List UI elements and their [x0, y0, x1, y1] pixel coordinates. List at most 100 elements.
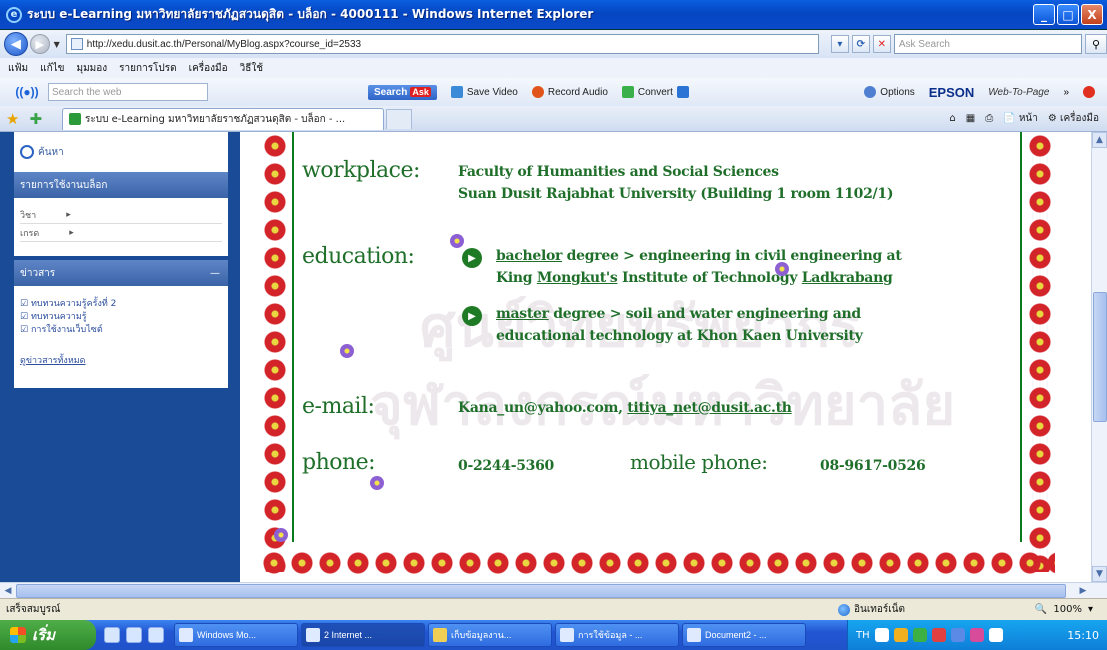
chevron-right-icon: ▸	[66, 209, 71, 220]
save-video-button[interactable]: Save Video	[450, 86, 518, 98]
minimize-button[interactable]: _	[1033, 4, 1055, 25]
tray-icon[interactable]	[988, 628, 1003, 642]
search-go-icon[interactable]: ⚲	[1085, 34, 1107, 54]
horizontal-scroll-thumb[interactable]	[16, 584, 1066, 598]
favorites-star-icon[interactable]: ★	[6, 110, 19, 128]
play-bullet-icon: ▶	[462, 248, 482, 268]
sidebar-search[interactable]: ค้นหา	[14, 132, 228, 172]
news-item[interactable]: ☑ การใช้งานเว็บไซต์	[20, 322, 222, 335]
tab-title: ระบบ e-Learning มหาวิทยาลัยราชภัฏสวนดุสิ…	[85, 113, 346, 125]
sidebar-item-label: วิชา	[20, 210, 37, 221]
tray-icon[interactable]	[874, 628, 889, 642]
sidebar-item-subject[interactable]: วิชา ▸	[20, 206, 222, 224]
news-all-link[interactable]: ดูข่าวสารทั้งหมด	[20, 353, 222, 367]
web-to-page-button[interactable]: Web-To-Page	[988, 87, 1049, 98]
edu2-degree: master	[496, 306, 549, 322]
menu-favorites[interactable]: รายการโปรด	[119, 61, 176, 76]
news-item[interactable]: ☑ ทบทวนความรู้	[20, 309, 222, 322]
task-word-1[interactable]: การใช้ข้อมูล - ...	[555, 623, 679, 647]
services-list: วิชา ▸ เกรด ▸	[14, 198, 228, 256]
home-icon[interactable]: ⌂	[949, 113, 955, 124]
history-dropdown-icon[interactable]: ▼	[54, 40, 60, 49]
web-search-placeholder: Search the web	[52, 86, 122, 98]
task-label: 2 Internet ...	[324, 630, 373, 640]
task-windows-mo[interactable]: Windows Mo...	[174, 623, 298, 647]
task-internet[interactable]: 2 Internet ...	[301, 623, 425, 647]
web-search-input[interactable]: Search the web	[48, 83, 208, 101]
news-item[interactable]: ☑ ทบทวนความรู้ครั้งที่ 2	[20, 296, 222, 309]
scroll-down-icon[interactable]: ▼	[1092, 566, 1107, 582]
violet-flower-icon	[450, 234, 464, 248]
record-audio-button[interactable]: Record Audio	[531, 86, 608, 98]
page-icon	[70, 38, 83, 50]
folder-icon	[433, 628, 447, 642]
stop-icon[interactable]: ✕	[872, 35, 891, 53]
tab-active[interactable]: ระบบ e-Learning มหาวิทยาลัยราชภัฏสวนดุสิ…	[62, 107, 385, 130]
scroll-right-icon[interactable]: ▶	[1075, 583, 1091, 599]
zoom-control[interactable]: 🔍 100% ▾	[1035, 604, 1093, 615]
start-button[interactable]: เริ่ม	[0, 620, 96, 650]
tools-menu-button[interactable]: ⚙ เครื่องมือ	[1048, 111, 1099, 126]
edu1-inst-c: Institute of Technology	[617, 270, 802, 286]
sidebar-item-grade[interactable]: เกรด ▸	[20, 224, 222, 242]
save-video-label: Save Video	[466, 86, 518, 98]
print-icon[interactable]: ⎙	[985, 113, 993, 124]
back-button[interactable]: ◀	[4, 32, 28, 56]
quick-launch-icon[interactable]	[148, 627, 164, 643]
web-search-button[interactable]: Search Ask	[368, 84, 437, 100]
tray-icon[interactable]	[893, 628, 908, 642]
convert-arrow-icon[interactable]	[676, 86, 689, 98]
feeds-icon[interactable]: ▦	[966, 113, 975, 124]
forward-button[interactable]: ▶	[29, 34, 50, 54]
ask-logo-icon: ((●))	[15, 85, 39, 99]
quick-launch-icon[interactable]	[104, 627, 120, 643]
task-folder[interactable]: เก็บข้อมูลงาน...	[428, 623, 552, 647]
page-menu-button[interactable]: 📄 หน้า	[1003, 111, 1038, 126]
flower-border-right	[1025, 132, 1055, 572]
menu-edit[interactable]: แก้ไข	[40, 61, 64, 76]
edu1-inst-a: King	[496, 270, 537, 286]
ask-search-input[interactable]: Ask Search	[893, 34, 1083, 54]
menu-file[interactable]: แฟ้ม	[8, 61, 28, 76]
language-indicator[interactable]: TH	[856, 630, 870, 641]
menu-help[interactable]: วิธีใช้	[240, 61, 263, 76]
tray-icon[interactable]	[931, 628, 946, 642]
convert-button[interactable]: Convert	[621, 86, 689, 98]
address-dropdown-icon[interactable]: ▾	[830, 35, 849, 53]
quick-launch-icon[interactable]	[126, 627, 142, 643]
task-label: Document2 - ...	[705, 630, 767, 640]
edu2-line2: educational technology at Khon Kaen Univ…	[496, 328, 863, 344]
violet-flower-icon	[340, 344, 354, 358]
window-title-bar[interactable]: e ระบบ e-Learning มหาวิทยาลัยราชภัฏสวนดุ…	[0, 0, 1107, 30]
address-input[interactable]: http://xedu.dusit.ac.th/Personal/MyBlog.…	[65, 34, 819, 54]
security-zone[interactable]: อินเทอร์เน็ต	[838, 602, 905, 617]
maximize-button[interactable]: □	[1057, 4, 1079, 25]
new-tab-button[interactable]	[386, 108, 413, 129]
vertical-scroll-thumb[interactable]	[1093, 292, 1107, 422]
horizontal-scrollbar[interactable]: ◀ ▶	[0, 582, 1107, 598]
add-favorites-icon[interactable]: ✚	[29, 110, 42, 128]
education-label: education:	[302, 244, 415, 269]
toolbar-more-icon[interactable]: »	[1063, 87, 1069, 98]
tray-icon[interactable]	[912, 628, 927, 642]
options-button[interactable]: Options	[864, 86, 915, 98]
task-word-2[interactable]: Document2 - ...	[682, 623, 806, 647]
collapse-icon[interactable]: —	[210, 268, 220, 279]
toolbar-extra-icon[interactable]	[1083, 86, 1095, 98]
system-tray: TH 15:10	[847, 620, 1107, 650]
address-url: http://xedu.dusit.ac.th/Personal/MyBlog.…	[86, 38, 362, 50]
refresh-icon[interactable]: ⟳	[851, 35, 870, 53]
services-header: รายการใช้งานบล็อก	[14, 172, 228, 198]
tray-icon[interactable]	[950, 628, 965, 642]
close-button[interactable]: X	[1081, 4, 1103, 25]
menu-view[interactable]: มุมมอง	[77, 61, 108, 76]
tray-icon[interactable]	[969, 628, 984, 642]
vertical-scrollbar[interactable]: ▲ ▼	[1091, 132, 1107, 582]
email-label: e-mail:	[302, 394, 375, 419]
scroll-left-icon[interactable]: ◀	[0, 583, 16, 599]
scroll-up-icon[interactable]: ▲	[1092, 132, 1107, 148]
workplace-line1: Faculty of Humanities and Social Science…	[458, 164, 779, 180]
mobile-label: mobile phone:	[630, 450, 768, 474]
zoom-dropdown-icon[interactable]: ▾	[1088, 604, 1093, 615]
menu-tools[interactable]: เครื่องมือ	[189, 61, 228, 76]
